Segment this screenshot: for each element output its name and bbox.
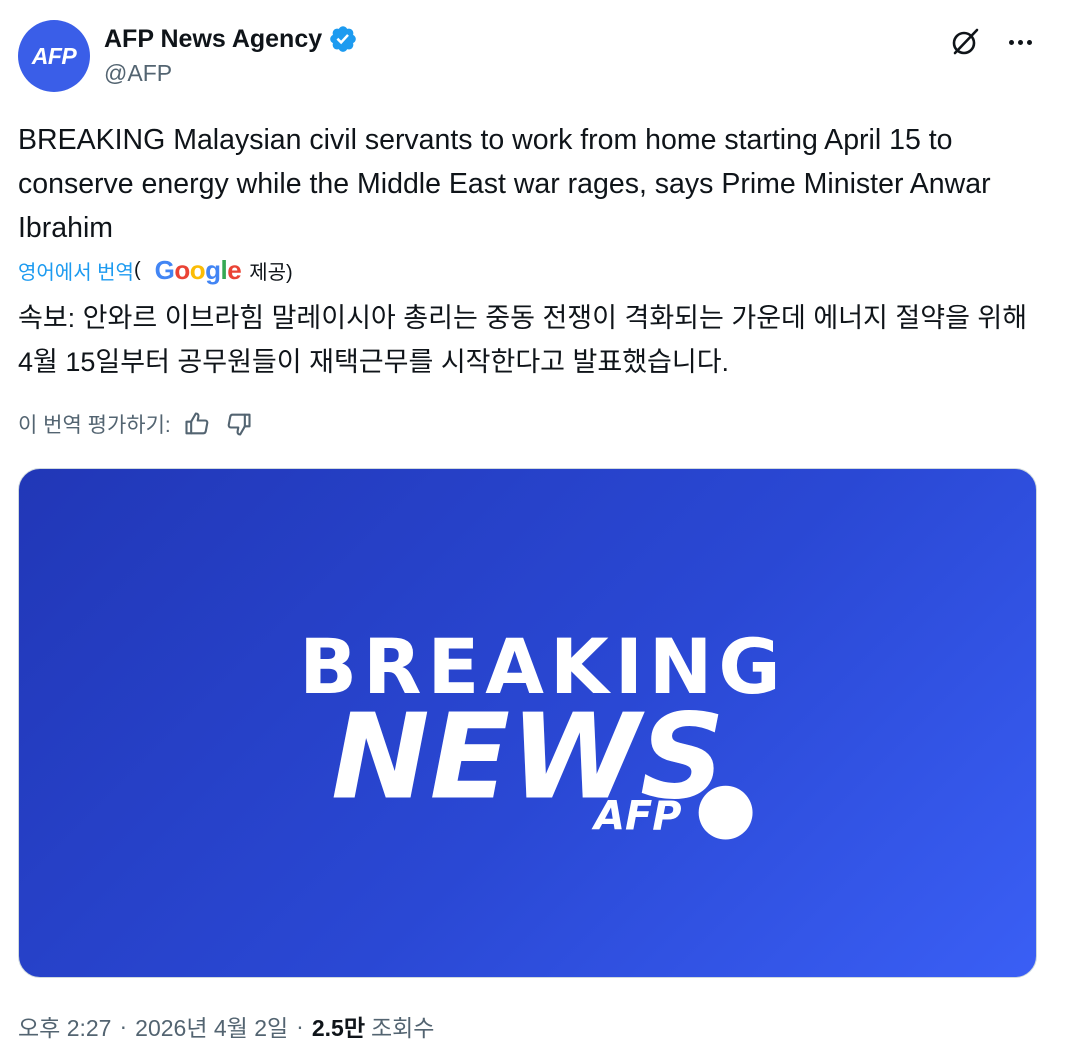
meta-separator: · xyxy=(119,1012,128,1039)
rate-translation: 이 번역 평가하기: xyxy=(18,406,255,442)
avatar-text: AFP xyxy=(31,42,77,69)
header-actions xyxy=(948,24,1038,60)
more-icon[interactable] xyxy=(1002,24,1038,60)
graphic-brand-dot xyxy=(698,785,753,840)
author-names: AFP News Agency @AFP xyxy=(104,22,358,87)
meta-separator: · xyxy=(296,1012,304,1039)
thumbs-up-icon[interactable] xyxy=(181,408,213,440)
grok-icon[interactable] xyxy=(948,25,982,59)
handle[interactable]: @AFP xyxy=(104,60,358,87)
translated-text: 속보: 안와르 이브라힘 말레이시아 총리는 중동 전쟁이 격화되는 가운데 에… xyxy=(18,303,1028,377)
provided-by-text: 제공) xyxy=(249,261,293,284)
paren-open: ( xyxy=(133,258,141,281)
rate-translation-label: 이 번역 평가하기: xyxy=(18,414,171,437)
graphic-brand: AFP xyxy=(591,794,681,840)
tweet-time[interactable]: 오후 2:27 xyxy=(18,1009,111,1043)
tweet-text: BREAKING Malaysian civil servants to wor… xyxy=(18,124,991,244)
tweet-meta: 오후 2:27 · 2026년 4월 2일 · 2.5만 조회수 xyxy=(18,1006,434,1046)
media-image[interactable]: BREAKING NEWS AFP xyxy=(18,468,1037,978)
display-name-row: AFP News Agency xyxy=(104,22,358,56)
tweet-header: AFP AFP News Agency @AFP xyxy=(18,20,1048,96)
verified-badge-icon[interactable] xyxy=(328,24,358,54)
views-label: 조회수 xyxy=(370,1015,435,1041)
translation-attribution: 영어에서 번역 ( Google 제공) xyxy=(18,252,293,288)
breaking-news-graphic: BREAKING NEWS AFP xyxy=(299,623,780,840)
translated-from-link[interactable]: 영어에서 번역 xyxy=(18,256,134,285)
thumbs-down-icon[interactable] xyxy=(223,408,255,440)
display-name[interactable]: AFP News Agency xyxy=(104,25,322,54)
avatar[interactable]: AFP xyxy=(18,20,90,92)
google-logo: Google xyxy=(154,254,242,285)
views-count: 2.5만 xyxy=(311,1015,365,1041)
tweet-date[interactable]: 2026년 4월 2일 xyxy=(135,1009,288,1043)
